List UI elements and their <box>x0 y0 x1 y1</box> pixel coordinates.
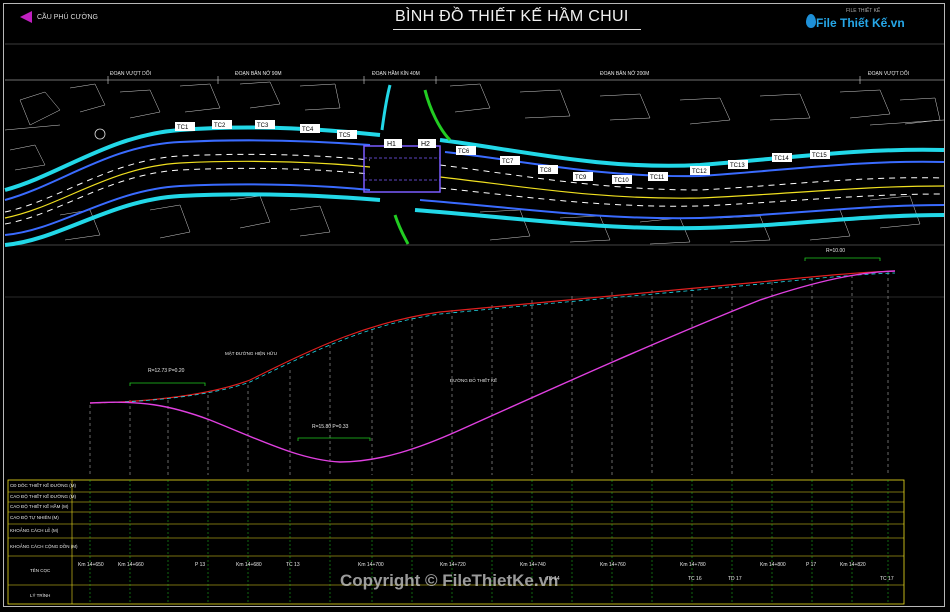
station-7: Km 14+720 <box>440 562 466 568</box>
station-11: Km 14+780 <box>680 562 706 568</box>
side-street-north <box>380 84 392 131</box>
marker-tc1: TC1 <box>177 125 189 131</box>
copyright-watermark: Copyright © FileThietKe.vn <box>340 571 559 590</box>
station-13: Km 14+800 <box>760 562 786 568</box>
profile-vertical-lines <box>89 272 889 475</box>
station-1: Km 14+650 <box>78 562 104 568</box>
station-6: Km 14+700 <box>358 562 384 568</box>
tunnel-label-h1: H1 <box>387 141 396 148</box>
row-label-stake: TÊN CỌC <box>30 568 51 573</box>
roundabout-icon <box>94 128 106 140</box>
marker-tc4: TC4 <box>302 127 314 133</box>
marker-tc11: TC11 <box>650 175 665 181</box>
row-label-natural-elev: CAO ĐỘ TỰ NHIÊN (M) <box>10 515 59 520</box>
tunnel-section: H1 H2 <box>363 139 441 193</box>
station-14: TD 17 <box>728 576 742 582</box>
curve-label-3: R=10.00 <box>826 248 845 254</box>
station-3: P 13 <box>195 562 206 568</box>
curve-label-2: R=15.80 P=0.33 <box>312 424 349 430</box>
marker-tc9: TC9 <box>575 175 587 181</box>
marker-tc14: TC14 <box>774 156 789 162</box>
station-16: Km 14+820 <box>840 562 866 568</box>
row-label-slope: CĐ DÔC THIẾT KẾ ĐƯỜNG (M) <box>10 483 77 488</box>
row-label-chainage: LÝ TRÌNH <box>30 593 51 598</box>
marker-tc6: TC6 <box>458 149 470 155</box>
station-9: Km 14+760 <box>600 562 626 568</box>
row-label-distance: KHOẢNG CÁCH LẺ (M) <box>10 528 59 533</box>
station-17: TC 17 <box>880 576 894 582</box>
segment-label-4: ĐOẠN BẢN NỞ 200M <box>600 70 649 77</box>
segment-label-5: ĐOẠN VƯỢT DỐI <box>868 70 909 77</box>
marker-tc5: TC5 <box>339 133 351 139</box>
marker-tc3: TC3 <box>257 123 269 129</box>
segment-label-3: ĐOẠN HẦM KÍN 40M <box>372 70 420 77</box>
marker-tc2: TC2 <box>214 123 226 129</box>
station-4: Km 14+680 <box>236 562 262 568</box>
segment-dimension-line <box>5 76 944 84</box>
tunnel-profile-line <box>89 270 896 463</box>
station-15: P 17 <box>806 562 817 568</box>
drawing-canvas: H1 H2 TC1 TC2 TC3 TC4 TC5 TC6 TC7 TC8 TC… <box>4 43 945 605</box>
station-2: Km 14+660 <box>118 562 144 568</box>
curve-annotations: R=12.73 P=0.20 R=15.80 P=0.33 R=10.00 MẶ… <box>129 248 881 441</box>
segment-label-2: ĐOẠN BẢN NỞ 90M <box>235 70 282 77</box>
segment-label-1: ĐOẠN VƯỢT DỐI <box>110 70 151 77</box>
building-outlines <box>4 81 945 245</box>
note-existing: MẶT ĐƯỜNG HIỆN HỮU <box>225 349 277 356</box>
station-8: Km 14+740 <box>520 562 546 568</box>
tunnel-label-h2: H2 <box>421 141 430 148</box>
station-5: TC 13 <box>286 562 300 568</box>
marker-tc12: TC12 <box>692 169 707 175</box>
existing-ground-line <box>89 270 896 404</box>
marker-tc7: TC7 <box>502 159 514 165</box>
marker-tc15: TC15 <box>812 153 827 159</box>
curve-label-1: R=12.73 P=0.20 <box>148 368 185 374</box>
ramp-south <box>393 214 410 245</box>
ramp-north <box>423 89 452 142</box>
station-12: TC 16 <box>688 576 702 582</box>
marker-tc10: TC10 <box>614 178 629 184</box>
marker-tc8: TC8 <box>540 168 552 174</box>
row-label-cumulative: KHOẢNG CÁCH CỘNG DỒN (M) <box>10 544 78 549</box>
design-ground-line <box>89 272 896 404</box>
row-label-tunnel-elev: CAO ĐỘ THIẾT KẾ HẦM (M) <box>10 504 69 509</box>
road-edges <box>4 125 945 247</box>
marker-tc13: TC13 <box>730 163 745 169</box>
note-design: ĐƯỜNG ĐỎ THIẾT KẾ <box>450 377 497 383</box>
row-label-road-elev: CAO ĐỘ THIẾT KẾ ĐƯỜNG (M) <box>10 494 77 499</box>
